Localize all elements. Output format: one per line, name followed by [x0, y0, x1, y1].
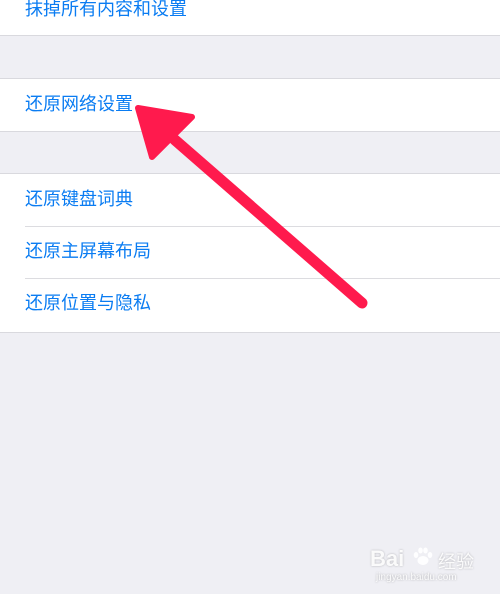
network-reset-group: 还原网络设置	[0, 78, 500, 132]
other-reset-group: 还原键盘词典 还原主屏幕布局 还原位置与隐私	[0, 173, 500, 333]
reset-network-settings[interactable]: 还原网络设置	[0, 79, 500, 131]
erase-all-content-and-settings[interactable]: 抹掉所有内容和设置	[0, 0, 500, 35]
reset-keyboard-dictionary[interactable]: 还原键盘词典	[0, 174, 500, 226]
erase-group: 抹掉所有内容和设置	[0, 0, 500, 36]
reset-home-screen-layout[interactable]: 还原主屏幕布局	[0, 226, 500, 278]
watermark-brand: Bai	[370, 546, 405, 571]
watermark-jingyan: 经验	[438, 552, 474, 573]
reset-location-and-privacy[interactable]: 还原位置与隐私	[0, 278, 500, 330]
baidu-paw-icon	[413, 547, 433, 565]
baidu-jingyan-watermark: Bai 经验 jingyan.baidu.com	[368, 540, 488, 586]
watermark-url: jingyan.baidu.com	[376, 572, 457, 583]
